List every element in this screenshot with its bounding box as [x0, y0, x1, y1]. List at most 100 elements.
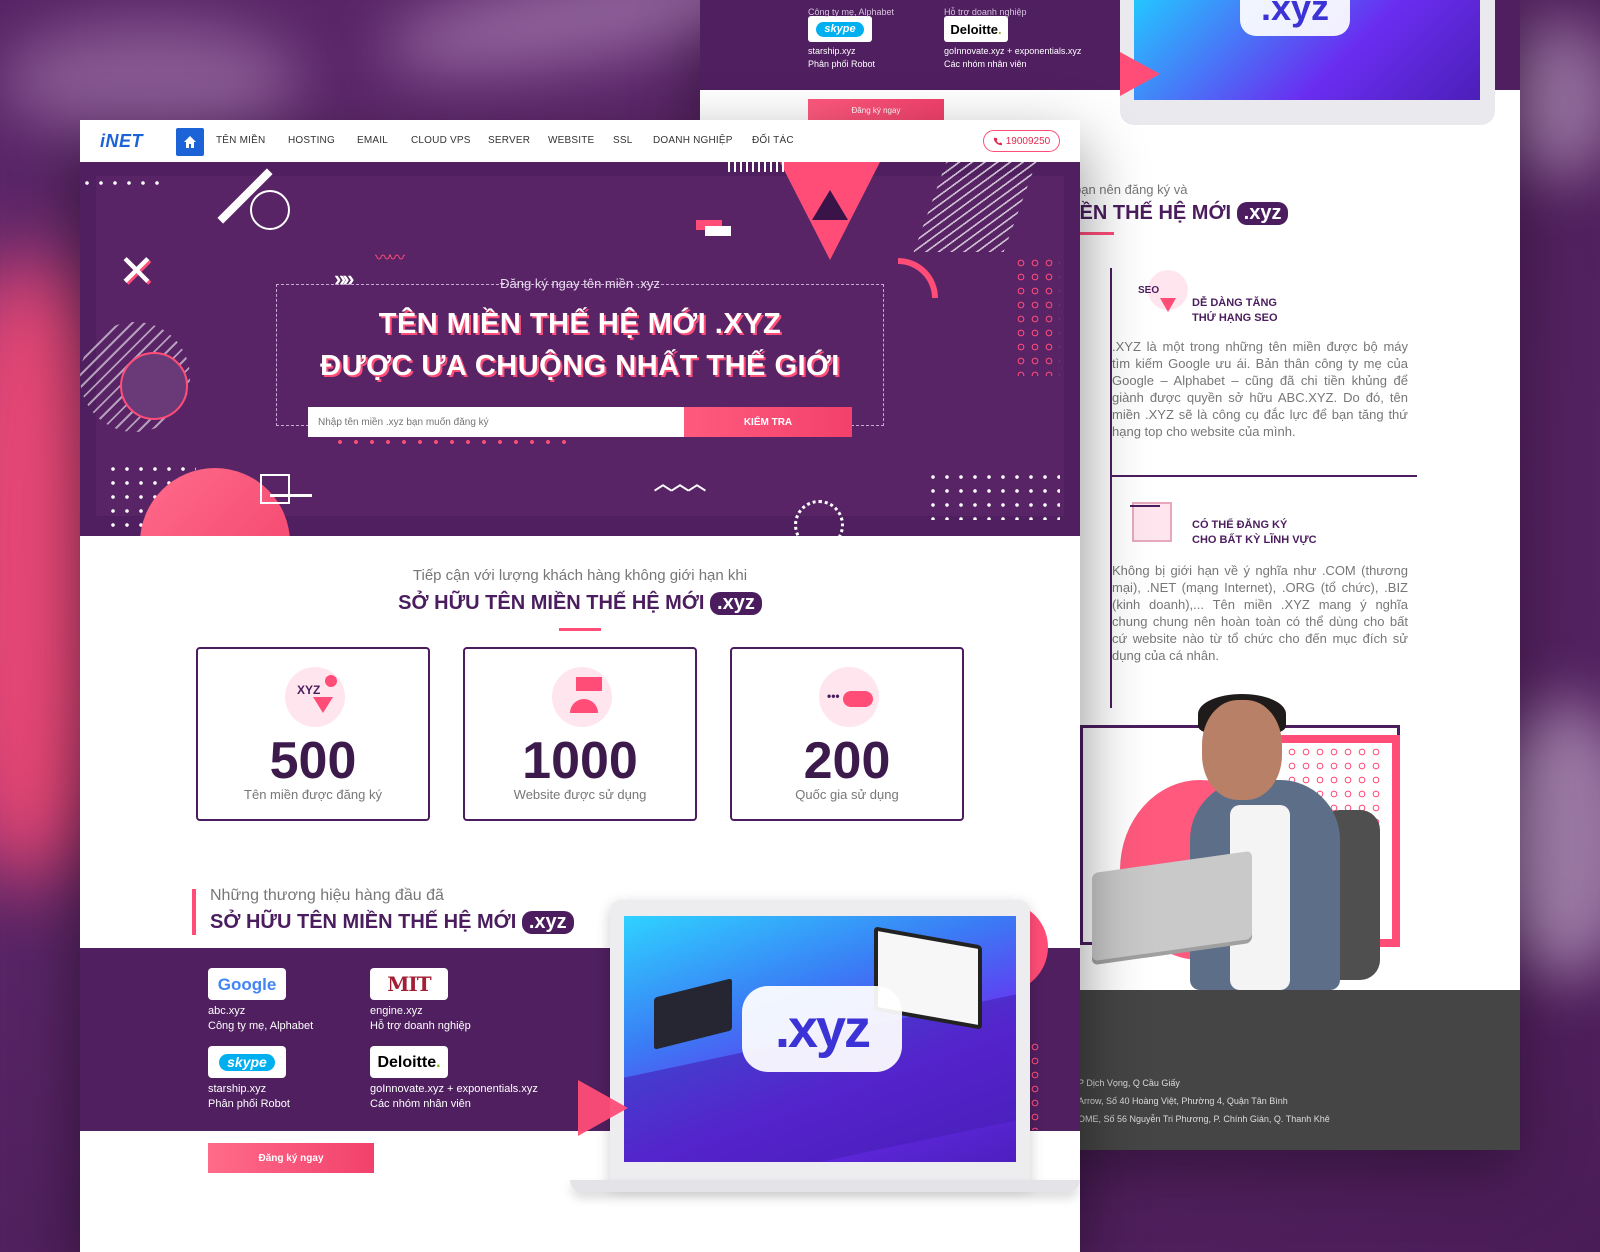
domain-icon: XYZ: [285, 667, 345, 727]
domain-search: KIỂM TRA: [308, 407, 852, 437]
brand-domain: starship.xyz: [208, 1083, 267, 1095]
feature-text: Không bị giới hạn về ý nghĩa như .COM (t…: [1112, 563, 1408, 663]
play-triangle-decoration: [578, 1080, 628, 1136]
feature-text: .XYZ là một trong những tên miền được bộ…: [1112, 339, 1408, 439]
brand-desc: Các nhóm nhân viên: [370, 1098, 471, 1110]
section-title: IỀN THẾ HỆ MỚI .xyz: [1074, 202, 1289, 225]
accent-bar: [192, 889, 196, 935]
laptop-screen: .xyz: [624, 916, 1016, 1162]
front-page-mockup: iNET TÊN MIỀN HOSTING EMAIL CLOUD VPS SE…: [80, 120, 1080, 1252]
hero-section: ✕ 〰〰 »» ︿︿︿ Đăng ký ngay tên miền .xyz T…: [80, 162, 1080, 536]
play-triangle-decoration: [1120, 52, 1160, 96]
nav-item-hosting[interactable]: HOSTING: [288, 135, 335, 146]
seo-icon-label: SEO: [1138, 285, 1160, 296]
stat-number: 1000: [522, 732, 638, 790]
footer-address: Arrow, Số 40 Hoàng Việt, Phường 4, Quận …: [1078, 1096, 1288, 1106]
inet-logo[interactable]: iNET: [100, 131, 143, 152]
footer-address: P Dịch Vọng, Q Cầu Giấy: [1078, 1078, 1180, 1088]
seo-icon: [1160, 298, 1176, 312]
laptop-image: [570, 1180, 1080, 1192]
footer-address: OME, Số 56 Nguyễn Tri Phương, P. Chính G…: [1078, 1114, 1330, 1124]
xyz-badge: .xyz: [521, 911, 574, 934]
brand-domain: engine.xyz: [370, 1005, 423, 1017]
brand-mit: MIT engine.xyz Hỗ trợ doanh nghiệp: [370, 968, 471, 1034]
skype-logo: skype: [808, 16, 872, 42]
dots-decoration: [80, 176, 162, 188]
back-brand-deloitte: Hỗ trợ doanh nghiệp Deloitte. goInnovate…: [944, 7, 1082, 71]
barcode-decoration: [728, 162, 788, 172]
nav-item-partners[interactable]: ĐỐI TÁC: [752, 135, 794, 146]
domain-search-input[interactable]: [308, 407, 684, 437]
circle-decoration: [250, 190, 290, 230]
home-icon[interactable]: [176, 128, 204, 156]
stat-card: ••• 200 Quốc gia sử dụng: [730, 647, 964, 821]
xyz-logo: .xyz: [1240, 0, 1350, 36]
zigzag-decoration: ︿︿︿: [654, 474, 706, 494]
section-subtitle: Tiếp cận với lượng khách hàng không giới…: [412, 567, 748, 584]
stat-number: 200: [803, 732, 891, 790]
xyz-badge: .xyz: [710, 592, 762, 615]
deloitte-logo: Deloitte.: [370, 1046, 448, 1078]
laptop-image: .xyz: [610, 900, 1030, 1185]
stat-card: 1000 Website được sử dụng: [463, 647, 697, 821]
laptop-image: .xyz: [570, 900, 1080, 1200]
hero-title: ĐƯỢC ƯA CHUỘNG NHẤT THẾ GIỚI: [320, 350, 840, 382]
brand-deloitte: Deloitte. goInnovate.xyz + exponentials.…: [370, 1046, 538, 1112]
section-subtitle: Những thương hiệu hàng đầu đã: [210, 887, 444, 904]
back-laptop-image: .xyz: [1120, 0, 1495, 125]
navbar: iNET TÊN MIỀN HOSTING EMAIL CLOUD VPS SE…: [80, 120, 1080, 162]
person-photo: [1202, 700, 1282, 800]
deloitte-logo: Deloitte.: [944, 16, 1008, 42]
brand-desc: Công ty mẹ, Alphabet: [208, 1020, 314, 1032]
back-brand-skype: Công ty mẹ, Alphabet skype starship.xyz …: [808, 7, 894, 71]
line-decoration: [270, 494, 312, 497]
brand-desc: Hỗ trợ doanh nghiệp: [944, 7, 1027, 17]
nav-item-server[interactable]: SERVER: [488, 135, 530, 146]
brand-domain: goInnovate.xyz + exponentials.xyz: [944, 46, 1082, 56]
xyz-badge: .xyz: [1236, 202, 1289, 225]
hero-title: TÊN MIỀN THẾ HỆ MỚI .XYZ: [378, 308, 782, 340]
nav-item-ssl[interactable]: SSL: [613, 135, 633, 146]
register-icon: [1132, 502, 1172, 542]
globe-icon: •••: [819, 667, 879, 727]
nav-item-email[interactable]: EMAIL: [357, 135, 388, 146]
title-underline: [1074, 232, 1114, 235]
section-title: SỞ HỮU TÊN MIỀN THẾ HỆ MỚI .xyz: [80, 592, 1080, 615]
brand-google: Google abc.xyz Công ty mẹ, Alphabet: [208, 968, 313, 1034]
register-icon: [1130, 505, 1160, 507]
brand-desc: Các nhóm nhân viên: [944, 59, 1027, 69]
home-icon: [184, 136, 196, 148]
title-underline: [559, 628, 601, 631]
stat-number: 500: [269, 732, 357, 790]
stat-label: Quốc gia sử dụng: [795, 787, 899, 802]
phone-icon: [993, 137, 1002, 145]
brand-desc: Hỗ trợ doanh nghiệp: [370, 1020, 471, 1032]
nav-item-domain[interactable]: TÊN MIỀN: [216, 135, 265, 146]
wave-decoration: 〰〰: [375, 250, 405, 267]
brand-desc: Công ty mẹ, Alphabet: [808, 7, 895, 17]
check-domain-button[interactable]: KIỂM TRA: [684, 407, 852, 437]
phone-button[interactable]: 19009250: [983, 130, 1060, 152]
hero-subtitle: Đăng ký ngay tên miền .xyz: [500, 276, 660, 291]
feature-title: DỄ DÀNG TĂNG THỨ HẠNG SEO: [1192, 297, 1278, 324]
brand-skype: skype starship.xyz Phân phối Robot: [208, 1046, 290, 1112]
brand-domain: starship.xyz: [808, 46, 856, 56]
dots-decoration: [332, 438, 572, 446]
register-now-button[interactable]: Đăng ký ngay: [208, 1143, 374, 1173]
feature-title: CÓ THỂ ĐĂNG KÝ CHO BẤT KỲ LĨNH VỰC: [1192, 519, 1317, 546]
dots-decoration: [926, 470, 1060, 520]
brand-desc: Phân phối Robot: [208, 1098, 290, 1110]
stat-label: Website được sử dụng: [513, 787, 647, 802]
nav-item-website[interactable]: WEBSITE: [548, 135, 594, 146]
google-logo: Google: [208, 968, 286, 1000]
divider: [1112, 475, 1417, 477]
website-icon: [552, 667, 612, 727]
triangle-decoration: [812, 190, 848, 220]
nav-item-cloud-vps[interactable]: CLOUD VPS: [411, 135, 471, 146]
register-now-button[interactable]: Đăng ký ngay: [808, 99, 944, 121]
mit-logo: MIT: [370, 968, 448, 1000]
nav-item-business[interactable]: DOANH NGHIỆP: [653, 135, 733, 146]
section-title: SỞ HỮU TÊN MIỀN THẾ HỆ MỚI .xyz: [210, 911, 574, 934]
stat-card: XYZ 500 Tên miền được đăng ký: [196, 647, 430, 821]
brand-domain: goInnovate.xyz + exponentials.xyz: [370, 1083, 538, 1095]
